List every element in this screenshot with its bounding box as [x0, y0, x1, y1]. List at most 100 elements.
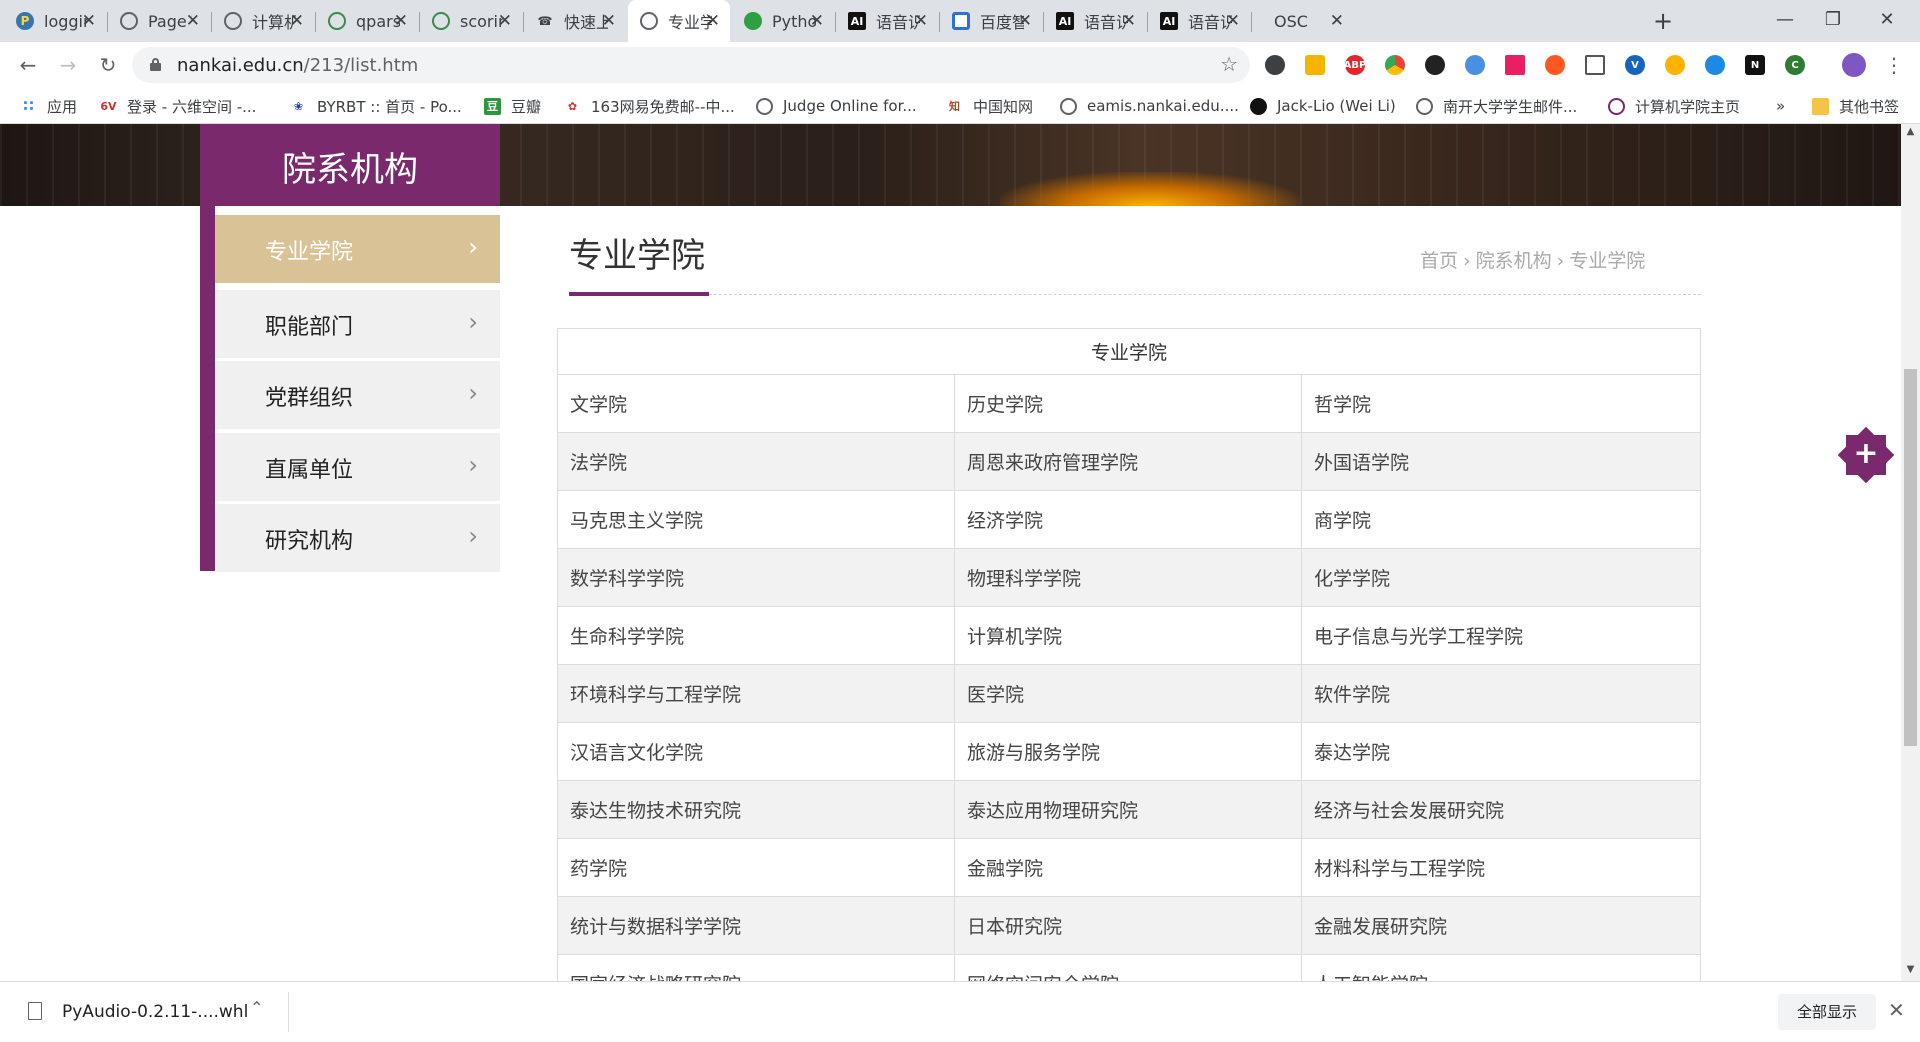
menu-kebab-icon[interactable]: ⋮ [1880, 51, 1908, 79]
browser-tab[interactable]: 计算机 ✕ [212, 0, 314, 42]
college-link[interactable]: 法学院 [557, 432, 955, 491]
college-link[interactable]: 商学院 [1301, 490, 1701, 549]
college-link[interactable]: 马克思主义学院 [557, 490, 955, 549]
close-download-bar-icon[interactable]: ✕ [1888, 998, 1905, 1022]
browser-tab[interactable]: AI 语音识 ✕ [836, 0, 938, 42]
maximize-button[interactable]: ❐ [1818, 6, 1848, 34]
browser-tab[interactable]: Pytho ✕ [732, 0, 834, 42]
breadcrumb-current[interactable]: 专业学院 [1569, 250, 1645, 272]
college-link[interactable]: 生命科学学院 [557, 606, 955, 665]
college-link[interactable]: 化学学院 [1301, 548, 1701, 607]
tab-close-icon[interactable]: ✕ [394, 11, 408, 31]
profile-avatar[interactable] [1842, 53, 1866, 77]
college-link[interactable]: 周恩来政府管理学院 [954, 432, 1302, 491]
browser-tab[interactable]: 专业学 ✕ [628, 0, 730, 42]
breadcrumb-section-link[interactable]: 院系机构 [1476, 250, 1552, 272]
sidebar-item-professional-colleges[interactable]: 专业学院 › [215, 215, 500, 283]
breadcrumb-home-link[interactable]: 首页 [1420, 250, 1458, 272]
college-link[interactable]: 计算机学院 [954, 606, 1302, 665]
bookmark-extension-icon[interactable] [1585, 55, 1605, 75]
tab-close-icon[interactable]: ✕ [82, 11, 96, 31]
extension-icon-14[interactable]: C [1785, 55, 1805, 75]
extension-icon-1[interactable] [1265, 55, 1285, 75]
adblock-icon[interactable]: ABP [1344, 55, 1366, 75]
college-link[interactable]: 日本研究院 [954, 896, 1302, 955]
new-tab-button[interactable]: + [1648, 7, 1678, 35]
chevron-up-icon[interactable]: ⌃ [250, 998, 263, 1017]
forward-button[interactable]: → [54, 51, 82, 79]
browser-tab[interactable]: ☎ 快速上 ✕ [524, 0, 626, 42]
college-link[interactable]: 统计与数据科学学院 [557, 896, 955, 955]
college-link[interactable]: 金融发展研究院 [1301, 896, 1701, 955]
college-link[interactable]: 药学院 [557, 838, 955, 897]
tab-close-icon[interactable]: ✕ [1018, 11, 1032, 31]
browser-tab[interactable]: AI 语音识 ✕ [1148, 0, 1250, 42]
bookmark-cs-homepage[interactable]: 计算机学院主页 [1608, 96, 1740, 116]
bookmark-byrbt[interactable]: ❀ BYRBT :: 首页 - Po... [290, 96, 462, 116]
other-bookmarks-folder[interactable]: 其他书签 [1812, 96, 1899, 116]
bookmark-163[interactable]: ✿ 163网易免费邮--中... [564, 96, 735, 116]
college-link[interactable]: 泰达学院 [1301, 722, 1701, 781]
college-link[interactable]: 金融学院 [954, 838, 1302, 897]
download-file-name[interactable]: PyAudio-0.2.11-....whl [62, 1002, 248, 1022]
college-link[interactable]: 泰达生物技术研究院 [557, 780, 955, 839]
extension-icon-2[interactable] [1305, 55, 1325, 75]
browser-tab[interactable]: 百度智 ✕ [940, 0, 1042, 42]
chrome-extension-icon[interactable] [1385, 55, 1405, 75]
tab-close-icon[interactable]: ✕ [498, 11, 512, 31]
college-link[interactable]: 数学科学学院 [557, 548, 955, 607]
url-text[interactable]: nankai.edu.cn/213/list.htm [177, 55, 418, 76]
college-link[interactable]: 国家经济战略研究院 [557, 954, 955, 981]
bookmark-6v[interactable]: 6V 登录 - 六维空间 -... [100, 96, 256, 116]
extension-icon-10[interactable]: V [1625, 55, 1645, 75]
bookmark-github[interactable]: Jack-Lio (Wei Li) [1250, 96, 1396, 116]
close-window-button[interactable]: ✕ [1872, 6, 1902, 34]
college-link[interactable]: 汉语言文化学院 [557, 722, 955, 781]
bookmark-nankai-mail[interactable]: 南开大学学生邮件... [1416, 96, 1577, 116]
extension-icon-5[interactable] [1425, 55, 1445, 75]
extension-icon-6[interactable] [1465, 55, 1485, 75]
minimize-button[interactable]: — [1770, 6, 1800, 34]
reload-button[interactable]: ↻ [94, 51, 122, 79]
college-link[interactable]: 材料科学与工程学院 [1301, 838, 1701, 897]
extension-icon-7[interactable] [1505, 55, 1525, 75]
floating-plus-button[interactable]: + [1837, 426, 1895, 484]
browser-tab[interactable]: OSC ✕ [1252, 0, 1354, 42]
tab-close-icon[interactable]: ✕ [1330, 11, 1344, 31]
sidebar-item-affiliated-units[interactable]: 直属单位 › [215, 433, 500, 501]
show-all-downloads-button[interactable]: 全部显示 [1778, 994, 1876, 1030]
back-button[interactable]: ← [14, 51, 42, 79]
notion-icon[interactable]: N [1745, 55, 1765, 75]
bookmark-star-icon[interactable]: ☆ [1220, 52, 1238, 76]
college-link[interactable]: 外国语学院 [1301, 432, 1701, 491]
page-scrollbar[interactable]: ▲ ▼ [1901, 124, 1920, 981]
college-link[interactable]: 经济与社会发展研究院 [1301, 780, 1701, 839]
lock-icon[interactable] [150, 58, 161, 71]
browser-tab[interactable]: Ploggin✕ [4, 0, 106, 42]
college-link[interactable]: 物理科学学院 [954, 548, 1302, 607]
bookmark-judge-online[interactable]: Judge Online for... [756, 96, 917, 116]
college-link[interactable]: 网络空间安全学院 [954, 954, 1302, 981]
scroll-down-arrow-icon[interactable]: ▼ [1901, 964, 1920, 975]
address-bar[interactable]: nankai.edu.cn/213/list.htm ☆ [132, 47, 1250, 83]
scroll-up-arrow-icon[interactable]: ▲ [1901, 126, 1920, 137]
college-link[interactable]: 环境科学与工程学院 [557, 664, 955, 723]
tab-close-icon[interactable]: ✕ [810, 11, 824, 31]
extension-icon-12[interactable] [1705, 55, 1725, 75]
tab-close-icon[interactable]: ✕ [1122, 11, 1136, 31]
college-link[interactable]: 经济学院 [954, 490, 1302, 549]
bookmark-douban[interactable]: 豆豆瓣 [484, 96, 541, 116]
tab-close-icon[interactable]: ✕ [290, 11, 304, 31]
tab-close-icon[interactable]: ✕ [602, 11, 616, 31]
college-link[interactable]: 人工智能学院 [1301, 954, 1701, 981]
extension-icon-11[interactable] [1665, 55, 1685, 75]
scrollbar-thumb[interactable] [1904, 369, 1917, 746]
sidebar-item-functional-departments[interactable]: 职能部门 › [215, 290, 500, 358]
extension-icon-8[interactable] [1545, 55, 1565, 75]
bookmarks-overflow-button[interactable]: » [1776, 96, 1785, 116]
tab-close-icon[interactable]: ✕ [186, 11, 200, 31]
tab-close-icon[interactable]: ✕ [914, 11, 928, 31]
college-link[interactable]: 历史学院 [954, 374, 1302, 433]
tab-close-icon[interactable]: ✕ [1226, 11, 1240, 31]
sidebar-item-party-organizations[interactable]: 党群组织 › [215, 361, 500, 429]
